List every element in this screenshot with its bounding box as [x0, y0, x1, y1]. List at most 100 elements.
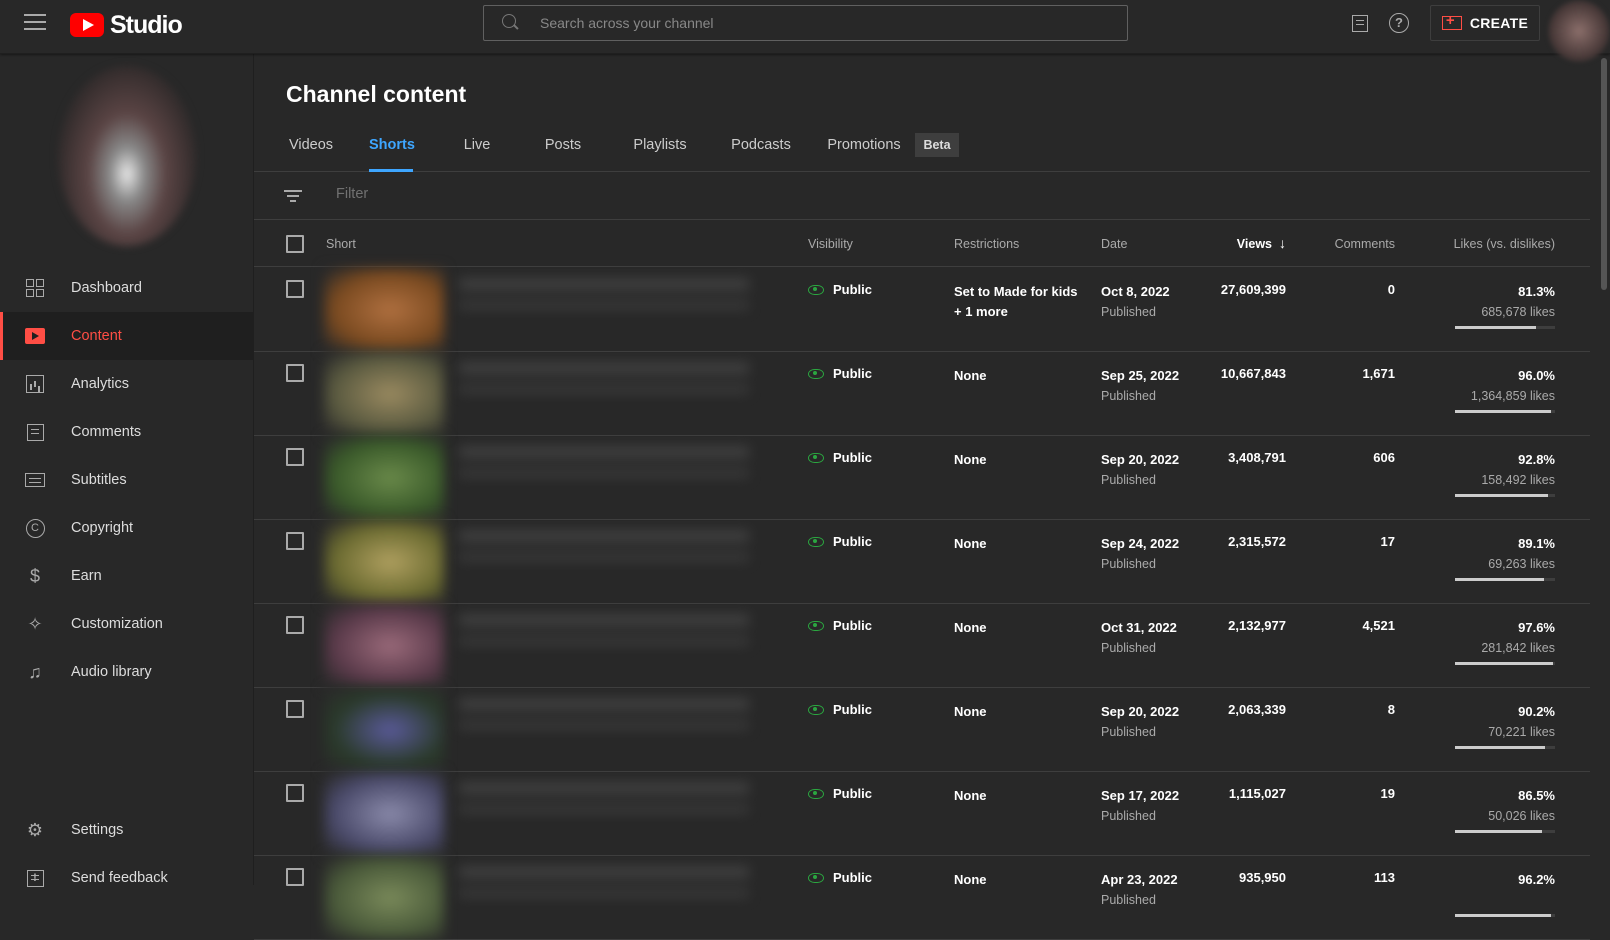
create-button[interactable]: CREATE: [1430, 5, 1540, 41]
tab-shorts[interactable]: Shorts: [369, 124, 415, 172]
visibility-cell[interactable]: Public: [808, 450, 872, 465]
short-title-redacted[interactable]: [459, 698, 749, 754]
sidebar-item-analytics[interactable]: Analytics: [0, 360, 254, 408]
likes-ratio-bar: [1455, 494, 1555, 497]
date-value: Oct 8, 2022: [1101, 284, 1170, 299]
sidebar-item-label: Copyright: [71, 520, 134, 536]
publish-status: Published: [1101, 473, 1156, 487]
feedback-messages-icon[interactable]: [1349, 12, 1371, 34]
column-likes[interactable]: Likes (vs. dislikes): [1454, 237, 1555, 251]
visibility-cell[interactable]: Public: [808, 702, 872, 717]
tab-promotions[interactable]: Promotions: [826, 124, 902, 172]
likes-percent: 96.2%: [1518, 872, 1555, 887]
sidebar-item-subtitles[interactable]: Subtitles: [0, 456, 254, 504]
search-box[interactable]: [483, 5, 1128, 41]
tab-live[interactable]: Live: [457, 124, 497, 172]
date-cell: Sep 20, 2022 Published: [1101, 450, 1179, 490]
row-checkbox[interactable]: [286, 868, 304, 886]
short-thumbnail[interactable]: [324, 268, 444, 352]
short-title-redacted[interactable]: [459, 866, 749, 922]
visibility-cell[interactable]: Public: [808, 870, 872, 885]
sidebar-bottom: ⚙ Settings ! Send feedback: [0, 806, 254, 902]
menu-icon[interactable]: [24, 14, 46, 32]
tab-podcasts[interactable]: Podcasts: [730, 124, 792, 172]
visibility-cell[interactable]: Public: [808, 366, 872, 381]
likes-count: 158,492 likes: [1481, 473, 1555, 487]
likes-count: 69,263 likes: [1488, 557, 1555, 571]
visibility-cell[interactable]: Public: [808, 786, 872, 801]
sidebar-item-comments[interactable]: Comments: [0, 408, 254, 456]
table-row[interactable]: Public None Apr 23, 2022 Published 935,9…: [254, 856, 1590, 940]
search-input[interactable]: [540, 15, 1100, 31]
filter-input[interactable]: [336, 186, 936, 202]
content-icon: [24, 325, 46, 347]
content-tabs: Videos Shorts Live Posts Playlists Podca…: [254, 124, 1590, 172]
tab-posts[interactable]: Posts: [541, 124, 585, 172]
views-value: 935,950: [1239, 870, 1286, 885]
sidebar-item-content[interactable]: Content: [0, 312, 254, 360]
visibility-value: Public: [833, 786, 873, 801]
column-comments[interactable]: Comments: [1335, 237, 1395, 251]
short-thumbnail[interactable]: [324, 436, 444, 520]
short-thumbnail[interactable]: [324, 352, 444, 436]
short-title-redacted[interactable]: [459, 530, 749, 586]
row-checkbox[interactable]: [286, 784, 304, 802]
short-thumbnail[interactable]: [324, 688, 444, 772]
sidebar-item-customization[interactable]: ✧ Customization: [0, 600, 254, 648]
table-row[interactable]: Public None Sep 20, 2022 Published 3,408…: [254, 436, 1590, 520]
short-title-redacted[interactable]: [459, 362, 749, 418]
column-visibility[interactable]: Visibility: [808, 237, 853, 251]
page-scrollbar[interactable]: [1598, 54, 1610, 885]
table-row[interactable]: Public None Sep 25, 2022 Published 10,66…: [254, 352, 1590, 436]
row-checkbox[interactable]: [286, 280, 304, 298]
short-thumbnail[interactable]: [324, 856, 444, 940]
likes-cell: 81.3% 685,678 likes: [1481, 282, 1555, 322]
visibility-cell[interactable]: Public: [808, 534, 872, 549]
short-title-redacted[interactable]: [459, 614, 749, 670]
date-cell: Oct 8, 2022 Published: [1101, 282, 1170, 322]
column-date[interactable]: Date: [1101, 237, 1127, 251]
table-row[interactable]: Public None Sep 24, 2022 Published 2,315…: [254, 520, 1590, 604]
sidebar-item-label: Analytics: [71, 376, 130, 392]
short-thumbnail[interactable]: [324, 772, 444, 856]
table-row[interactable]: Public None Sep 20, 2022 Published 2,063…: [254, 688, 1590, 772]
short-thumbnail[interactable]: [324, 520, 444, 604]
table-row[interactable]: Public Set to Made for kids + 1 more Oct…: [254, 268, 1590, 352]
likes-ratio-fill: [1455, 662, 1553, 665]
sidebar-item-earn[interactable]: $ Earn: [0, 552, 254, 600]
date-cell: Oct 31, 2022 Published: [1101, 618, 1177, 658]
sort-down-icon[interactable]: ↓: [1279, 235, 1286, 251]
sidebar-item-copyright[interactable]: C Copyright: [0, 504, 254, 552]
row-checkbox[interactable]: [286, 700, 304, 718]
column-restrictions[interactable]: Restrictions: [954, 237, 1019, 251]
row-checkbox[interactable]: [286, 364, 304, 382]
short-title-redacted[interactable]: [459, 446, 749, 502]
channel-avatar[interactable]: [58, 66, 196, 246]
table-row[interactable]: Public None Oct 31, 2022 Published 2,132…: [254, 604, 1590, 688]
short-title-redacted[interactable]: [459, 278, 749, 334]
column-views[interactable]: Views: [1237, 237, 1272, 251]
restrictions-cell: None: [954, 366, 987, 386]
short-title-redacted[interactable]: [459, 782, 749, 838]
restrictions-more[interactable]: + 1 more: [954, 302, 1078, 322]
studio-logo[interactable]: Studio: [70, 10, 183, 40]
publish-status: Published: [1101, 389, 1156, 403]
sidebar-item-send-feedback[interactable]: ! Send feedback: [0, 854, 254, 902]
sidebar-item-settings[interactable]: ⚙ Settings: [0, 806, 254, 854]
scrollbar-thumb[interactable]: [1601, 58, 1607, 290]
row-checkbox[interactable]: [286, 532, 304, 550]
help-icon[interactable]: ?: [1388, 12, 1410, 34]
sidebar-item-dashboard[interactable]: Dashboard: [0, 264, 254, 312]
account-avatar[interactable]: [1548, 0, 1610, 62]
visibility-cell[interactable]: Public: [808, 618, 872, 633]
tab-playlists[interactable]: Playlists: [632, 124, 688, 172]
row-checkbox[interactable]: [286, 616, 304, 634]
visibility-cell[interactable]: Public: [808, 282, 872, 297]
select-all-checkbox[interactable]: [286, 235, 304, 253]
table-row[interactable]: Public None Sep 17, 2022 Published 1,115…: [254, 772, 1590, 856]
tab-videos[interactable]: Videos: [284, 124, 338, 172]
filter-icon[interactable]: [284, 190, 302, 202]
short-thumbnail[interactable]: [324, 604, 444, 688]
sidebar-item-audio-library[interactable]: ♫ Audio library: [0, 648, 254, 696]
row-checkbox[interactable]: [286, 448, 304, 466]
